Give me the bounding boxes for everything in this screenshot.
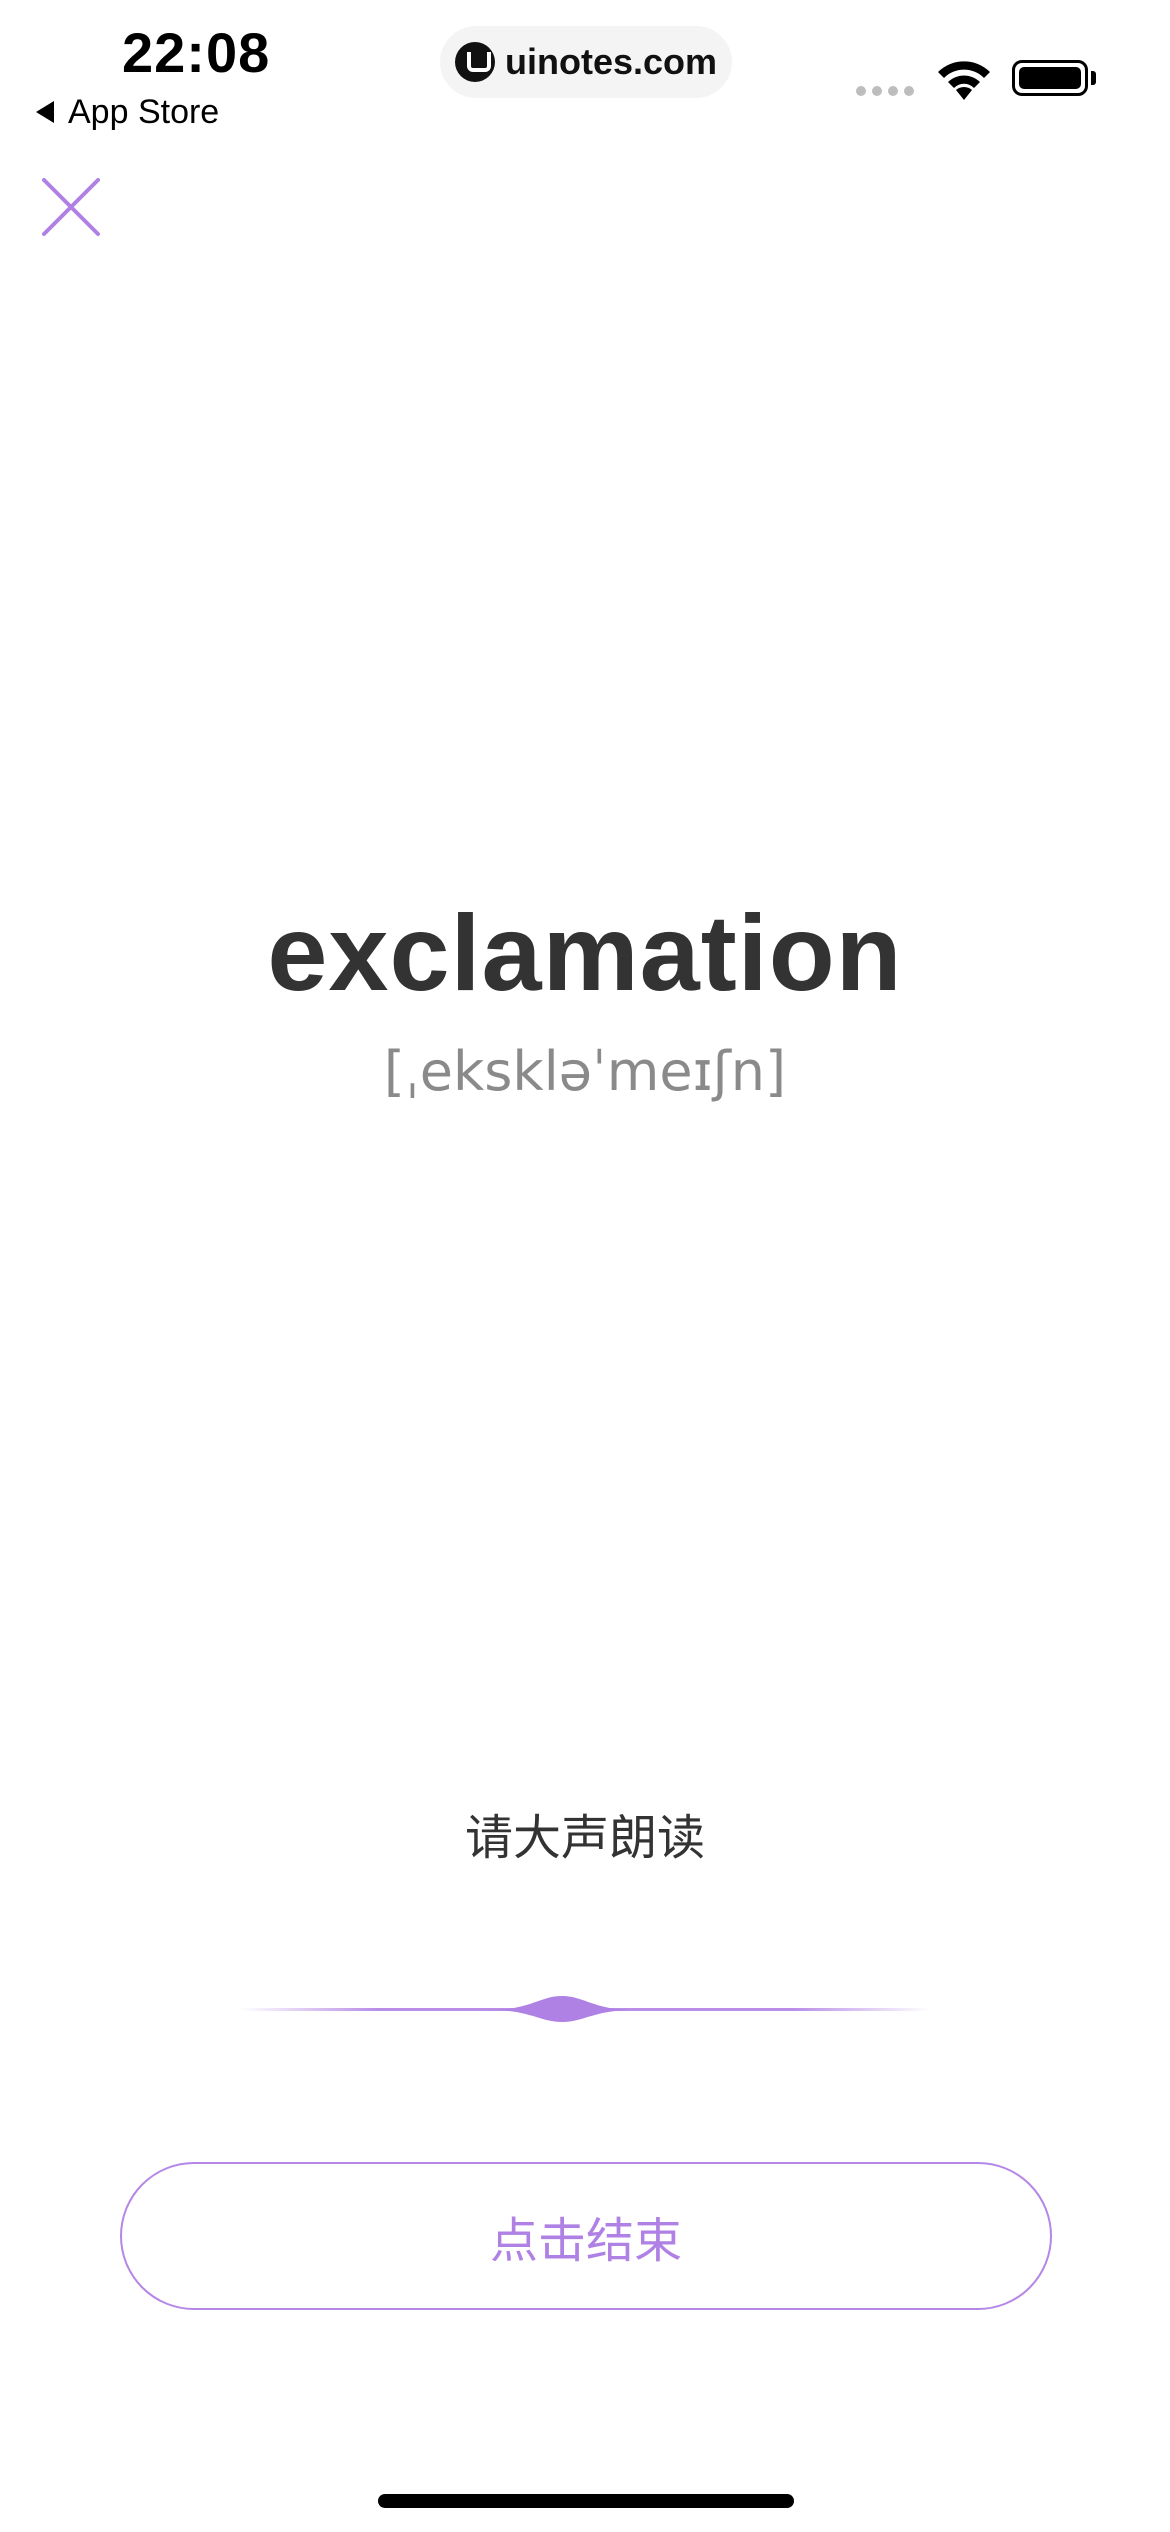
back-to-app-store[interactable]: App Store	[36, 88, 219, 136]
screen: 22:08 App Store uinotes.com exclamation …	[0, 0, 1170, 2532]
url-bar[interactable]: uinotes.com	[440, 26, 732, 98]
close-icon[interactable]	[40, 176, 102, 238]
site-logo-icon	[454, 42, 495, 82]
voice-waveform-icon	[240, 1996, 930, 2022]
back-triangle-icon	[36, 101, 54, 123]
battery-icon	[1012, 60, 1088, 96]
battery-cap	[1091, 71, 1096, 85]
cellular-signal-icon	[856, 86, 914, 96]
url-text: uinotes.com	[504, 41, 718, 82]
word-title: exclamation	[267, 892, 903, 1013]
back-app-label: App Store	[68, 92, 220, 131]
read-aloud-prompt: 请大声朗读	[464, 1810, 705, 1866]
status-time: 22:08	[122, 21, 271, 84]
wifi-icon	[938, 61, 990, 100]
stop-recording-button[interactable]: 点击结束	[120, 2162, 1052, 2310]
word-phonetic: [ˌekskləˈmeɪʃn]	[383, 1040, 787, 1103]
home-indicator[interactable]	[378, 2494, 794, 2508]
